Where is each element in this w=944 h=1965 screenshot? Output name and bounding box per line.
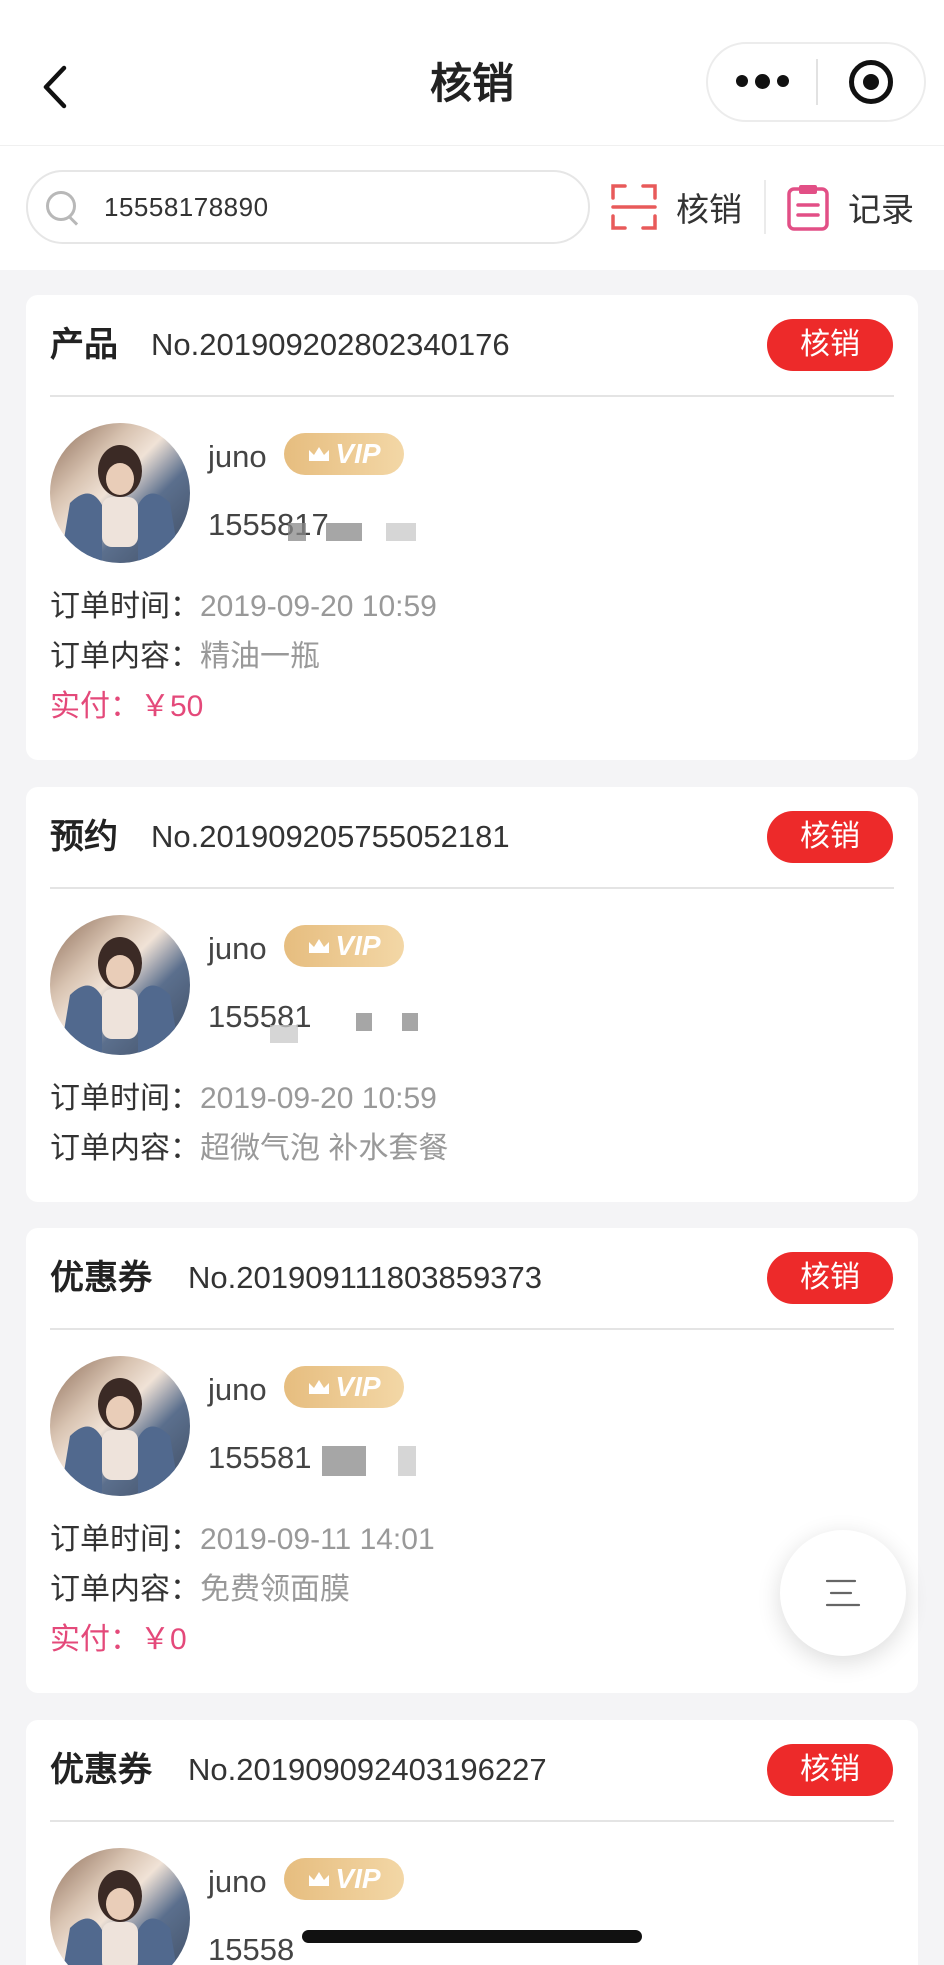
redacted-mask — [288, 523, 306, 541]
order-content-label: 订单内容： — [50, 1132, 200, 1165]
order-content-value: 免费领面膜 — [200, 1573, 350, 1606]
order-time-row: 订单时间：2019-09-20 10:59 — [50, 1077, 437, 1121]
redacted-mask — [386, 523, 416, 541]
order-content-row: 订单内容：精油一瓶 — [50, 635, 320, 679]
phone-number: 15558 — [208, 1932, 295, 1965]
crown-icon — [309, 1380, 330, 1394]
vip-label: VIP — [335, 1863, 381, 1894]
search-icon — [44, 189, 80, 225]
verify-button[interactable]: 核销 — [767, 811, 893, 863]
order-card: 优惠券 No.201909092403196227 核销 juno VIP 15… — [26, 1720, 918, 1965]
avatar — [50, 1356, 190, 1496]
order-time-label: 订单时间： — [50, 1082, 200, 1115]
vip-label: VIP — [335, 930, 381, 961]
records-button[interactable]: 记录 — [786, 170, 914, 244]
order-content-label: 订单内容： — [50, 640, 200, 673]
phone-number: 155581 — [208, 1440, 312, 1475]
paid-label: 实付： — [50, 690, 140, 723]
redacted-mask — [398, 1446, 416, 1476]
search-toolbar: 15558178890 核销 记录 — [0, 145, 944, 270]
order-time-value: 2019-09-11 14:01 — [200, 1523, 435, 1556]
order-number: No.201909111803859373 — [188, 1260, 542, 1295]
order-card: 优惠券 No.201909111803859373 核销 juno VIP 15… — [26, 1228, 918, 1693]
card-divider — [50, 1820, 894, 1822]
username: juno — [208, 931, 267, 966]
crown-icon — [309, 939, 330, 953]
search-box[interactable]: 15558178890 — [26, 170, 590, 244]
avatar — [50, 1848, 190, 1965]
order-card: 产品 No.201909202802340176 核销 juno VIP 155… — [26, 295, 918, 760]
vip-label: VIP — [335, 1371, 381, 1402]
vip-badge: VIP — [284, 925, 404, 967]
close-button[interactable] — [818, 44, 924, 120]
order-type: 产品 — [50, 326, 118, 364]
menu-lines-icon — [825, 1579, 861, 1607]
home-indicator — [302, 1930, 642, 1943]
order-time-value: 2019-09-20 10:59 — [200, 590, 437, 623]
redacted-mask — [270, 1025, 298, 1043]
order-content-row: 订单内容：超微气泡 补水套餐 — [50, 1127, 448, 1171]
crown-icon — [309, 1872, 330, 1886]
order-content-label: 订单内容： — [50, 1573, 200, 1606]
order-time-value: 2019-09-20 10:59 — [200, 1082, 437, 1115]
more-button[interactable] — [708, 44, 816, 120]
redacted-mask — [322, 1446, 366, 1476]
redacted-mask — [326, 523, 362, 541]
verify-button[interactable]: 核销 — [767, 1252, 893, 1304]
records-label: 记录 — [848, 191, 914, 228]
redacted-mask — [356, 1013, 372, 1031]
avatar — [50, 915, 190, 1055]
paid-value: ￥0 — [140, 1623, 187, 1656]
paid-row: 实付：￥50 — [50, 685, 203, 729]
avatar — [50, 423, 190, 563]
order-content-value: 精油一瓶 — [200, 640, 320, 673]
card-divider — [50, 1328, 894, 1330]
order-time-row: 订单时间：2019-09-20 10:59 — [50, 585, 437, 629]
order-card: 预约 No.201909205755052181 核销 juno VIP 155… — [26, 787, 918, 1202]
order-number: No.201909205755052181 — [151, 819, 510, 854]
order-type: 预约 — [50, 818, 118, 856]
order-content-value: 超微气泡 补水套餐 — [200, 1132, 449, 1165]
username: juno — [208, 439, 267, 474]
order-number: No.201909202802340176 — [151, 327, 510, 362]
vip-badge: VIP — [284, 1858, 404, 1900]
paid-value: ￥50 — [140, 690, 204, 723]
order-time-label: 订单时间： — [50, 1523, 200, 1556]
verify-button[interactable]: 核销 — [767, 319, 893, 371]
paid-row: 实付：￥0 — [50, 1618, 187, 1662]
target-circle-icon — [849, 60, 893, 104]
order-time-row: 订单时间：2019-09-11 14:01 — [50, 1518, 435, 1562]
username: juno — [208, 1864, 267, 1899]
order-time-label: 订单时间： — [50, 590, 200, 623]
mini-program-capsule — [706, 42, 926, 122]
card-divider — [50, 395, 894, 397]
paid-label: 实付： — [50, 1623, 140, 1656]
toolbar-divider — [764, 180, 766, 234]
redacted-mask — [402, 1013, 418, 1031]
vip-label: VIP — [335, 438, 381, 469]
floating-menu-button[interactable] — [780, 1530, 906, 1656]
vip-badge: VIP — [284, 433, 404, 475]
scan-frame-icon — [611, 184, 657, 230]
crown-icon — [309, 447, 330, 461]
username: juno — [208, 1372, 267, 1407]
order-content-row: 订单内容：免费领面膜 — [50, 1568, 350, 1612]
more-dots-icon — [735, 73, 789, 89]
phone-number: 1555817 — [208, 507, 329, 542]
card-divider — [50, 887, 894, 889]
order-number: No.201909092403196227 — [188, 1752, 547, 1787]
clipboard-icon — [787, 185, 829, 231]
order-type: 优惠券 — [50, 1259, 152, 1297]
order-type: 优惠券 — [50, 1751, 152, 1789]
search-input[interactable]: 15558178890 — [104, 192, 269, 223]
vip-badge: VIP — [284, 1366, 404, 1408]
navigation-bar: 核销 — [0, 0, 944, 145]
verify-button[interactable]: 核销 — [767, 1744, 893, 1796]
scan-verify-button[interactable]: 核销 — [610, 170, 742, 244]
scan-verify-label: 核销 — [676, 191, 742, 228]
